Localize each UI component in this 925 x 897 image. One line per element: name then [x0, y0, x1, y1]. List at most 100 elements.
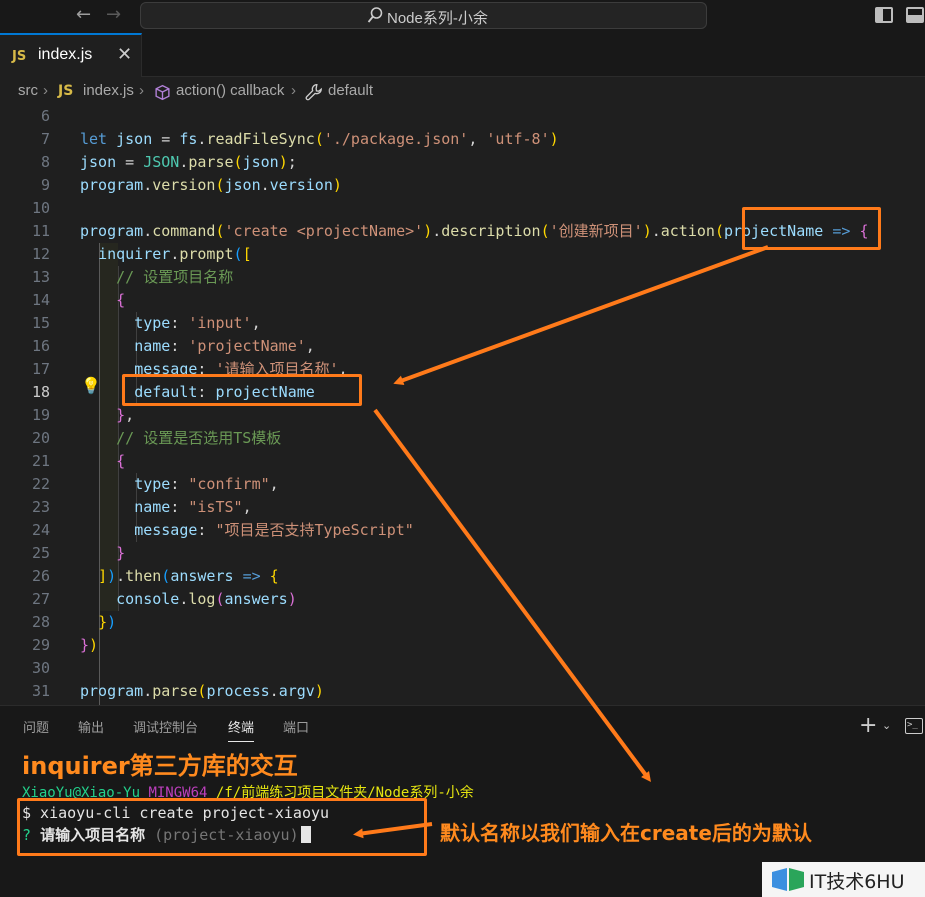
code-line[interactable]: 16 name: 'projectName', — [0, 335, 925, 358]
terminal-icon[interactable]: >_ — [905, 718, 923, 734]
code-token: type — [134, 475, 171, 493]
chevron-right-icon: › — [291, 82, 296, 99]
code-line[interactable]: 19 }, — [0, 404, 925, 427]
code-text: }, — [80, 404, 134, 427]
code-token: , — [269, 475, 279, 493]
code-token: parse — [152, 682, 198, 700]
code-text: program.parse(process.argv) — [80, 680, 324, 703]
code-line[interactable]: 6 — [0, 105, 925, 128]
code-text: type: "confirm", — [80, 473, 279, 496]
code-line[interactable]: 14 { — [0, 289, 925, 312]
code-token: } — [98, 613, 108, 631]
code-token: description — [441, 222, 541, 240]
add-terminal-icon[interactable]: + — [859, 713, 877, 738]
code-token: 'input' — [188, 314, 252, 332]
code-text: } — [80, 542, 125, 565]
code-line[interactable]: 21 { — [0, 450, 925, 473]
code-line[interactable]: 15 type: 'input', — [0, 312, 925, 335]
javascript-file-icon: JS — [58, 83, 74, 99]
line-number: 22 — [31, 475, 50, 493]
code-line[interactable]: 13 // 设置项目名称 — [0, 266, 925, 289]
code-token: ( — [215, 176, 225, 194]
line-number: 14 — [31, 291, 50, 309]
code-line[interactable]: 9 program.version(json.version) — [0, 174, 925, 197]
editor-tab-bar: JS index.js ✕ — [0, 33, 925, 77]
code-token: version — [269, 176, 333, 194]
code-line[interactable]: 30 — [0, 657, 925, 680]
watermark-logo-icon — [772, 868, 804, 891]
breadcrumb: src › JS index.js › action() callback › … — [0, 77, 925, 105]
code-line[interactable]: 28 }) — [0, 611, 925, 634]
code-line[interactable]: 29}) — [0, 634, 925, 657]
code-token: . — [260, 176, 270, 194]
line-number: 6 — [40, 107, 50, 125]
code-token: answers — [224, 590, 288, 608]
forward-arrow-icon[interactable]: → — [106, 4, 121, 26]
line-number: 29 — [31, 636, 50, 654]
code-token: => — [242, 567, 261, 585]
code-token: ] — [98, 567, 108, 585]
code-token: fs — [179, 130, 198, 148]
code-token: "项目是否支持TypeScript" — [215, 521, 414, 539]
tab-debug-console[interactable]: 调试控制台 — [133, 717, 198, 736]
code-line[interactable]: 7 let json = fs.readFileSync('./package.j… — [0, 128, 925, 151]
code-text: { — [80, 450, 125, 473]
code-text: let json = fs.readFileSync('./package.js… — [80, 128, 559, 151]
code-token: : — [197, 521, 216, 539]
tab-output[interactable]: 输出 — [78, 717, 104, 736]
code-line[interactable]: 20 // 设置是否选用TS模板 — [0, 427, 925, 450]
breadcrumb-folder[interactable]: src — [18, 82, 38, 99]
code-token: ( — [161, 567, 171, 585]
code-token: ) — [107, 567, 117, 585]
code-line[interactable]: 22 type: "confirm", — [0, 473, 925, 496]
code-token: 'create <projectName>' — [224, 222, 424, 240]
toggle-sidebar-icon[interactable] — [875, 7, 893, 23]
tab-terminal[interactable]: 终端 — [228, 717, 255, 742]
code-token: : — [170, 475, 189, 493]
code-line[interactable]: 24 message: "项目是否支持TypeScript" — [0, 519, 925, 542]
code-text: name: "isTS", — [80, 496, 251, 519]
javascript-file-icon: JS — [12, 49, 27, 64]
annotation-heading: inquirer第三方库的交互 — [22, 752, 298, 780]
code-text: // 设置是否选用TS模板 — [80, 427, 281, 450]
highlight-box-terminal — [17, 798, 427, 856]
tab-ports[interactable]: 端口 — [283, 717, 309, 736]
lightbulb-icon[interactable]: 💡 — [81, 376, 101, 395]
code-token: . — [432, 222, 442, 240]
code-token: ( — [314, 130, 324, 148]
chevron-down-icon[interactable]: ⌄ — [882, 719, 891, 732]
code-token: . — [269, 682, 279, 700]
code-line[interactable]: 31 program.parse(process.argv) — [0, 680, 925, 703]
command-center-search[interactable]: Node系列-小余 — [140, 2, 707, 29]
toggle-panel-icon[interactable] — [906, 7, 924, 23]
close-icon[interactable]: ✕ — [117, 44, 132, 65]
watermark-text: IT技术6HU — [809, 871, 905, 893]
code-line[interactable]: 27 console.log(answers) — [0, 588, 925, 611]
code-token: json — [224, 176, 261, 194]
code-token: ) — [332, 176, 342, 194]
code-text: { — [80, 289, 125, 312]
code-line[interactable]: 26 ]).then(answers => { — [0, 565, 925, 588]
code-token: parse — [188, 153, 234, 171]
breadcrumb-property[interactable]: default — [328, 82, 373, 99]
code-token: ) — [549, 130, 559, 148]
code-token: { — [116, 452, 126, 470]
line-number: 9 — [40, 176, 50, 194]
code-line[interactable]: 25 } — [0, 542, 925, 565]
line-number: 23 — [31, 498, 50, 516]
code-token: message — [134, 521, 198, 539]
chevron-right-icon: › — [43, 82, 48, 99]
breadcrumb-file[interactable]: index.js — [83, 82, 134, 99]
code-text: ]).then(answers => { — [80, 565, 279, 588]
line-number: 26 — [31, 567, 50, 585]
back-arrow-icon[interactable]: ← — [76, 4, 91, 26]
code-token: inquirer — [98, 245, 171, 263]
code-line[interactable]: 23 name: "isTS", — [0, 496, 925, 519]
tab-index-js[interactable]: JS index.js ✕ — [0, 33, 142, 77]
tab-problems[interactable]: 问题 — [23, 717, 49, 736]
code-line[interactable]: 8 json = JSON.parse(json); — [0, 151, 925, 174]
breadcrumb-symbol[interactable]: action() callback — [176, 82, 284, 99]
